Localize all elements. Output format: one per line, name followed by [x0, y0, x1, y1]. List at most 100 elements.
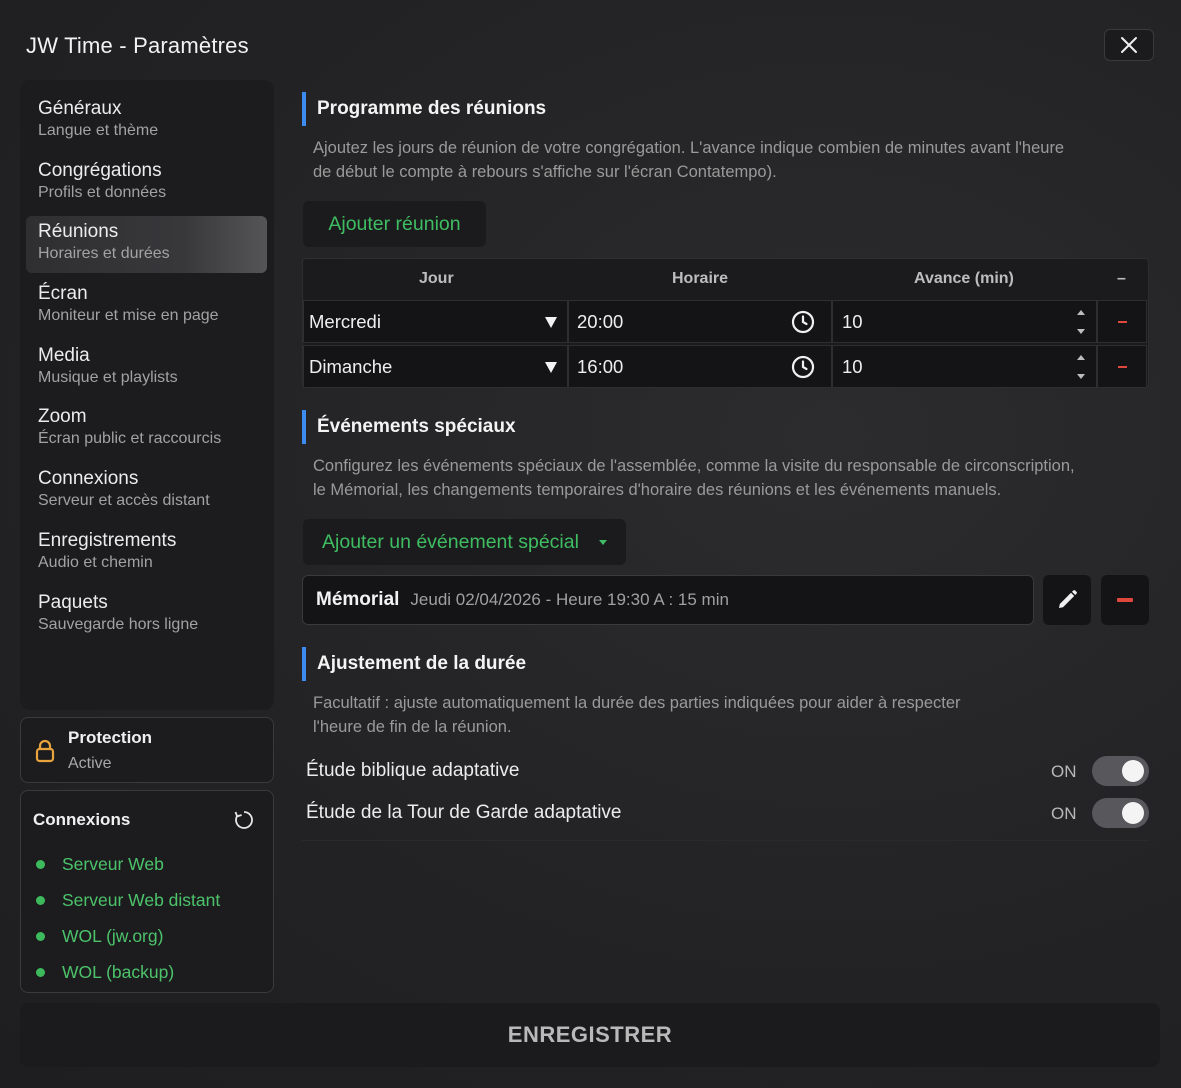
- status-dot-icon: [36, 859, 45, 869]
- sidebar-item-sub: Profils et données: [38, 183, 167, 201]
- sidebar-item-sub: Écran public et raccourcis: [38, 430, 222, 448]
- sidebar-item-label: Écran: [38, 283, 88, 305]
- column-header-advance: Avance (min): [914, 270, 1014, 287]
- sidebar-item-sub: Moniteur et mise en page: [38, 307, 219, 325]
- sidebar-item-paquets[interactable]: Paquets Sauvegarde hors ligne: [26, 587, 267, 644]
- delete-event-button[interactable]: [1101, 575, 1149, 625]
- refresh-icon[interactable]: [233, 809, 255, 831]
- sidebar-item-sub: Horaires et durées: [38, 245, 170, 263]
- clock-icon[interactable]: [791, 310, 815, 334]
- sidebar-item-congregations[interactable]: Congrégations Profils et données: [26, 155, 267, 212]
- day-value: Mercredi: [309, 310, 381, 332]
- duration-description-line2: l'heure de fin de la réunion.: [313, 718, 512, 736]
- day-select[interactable]: Mercredi: [303, 300, 568, 343]
- toggle-state: ON: [1051, 762, 1077, 781]
- sidebar-item-media[interactable]: Media Musique et playlists: [26, 340, 267, 397]
- special-events-description-line1: Configurez les événements spéciaux de l'…: [313, 457, 1075, 475]
- lock-icon: [35, 739, 55, 763]
- event-name: Mémorial: [316, 589, 400, 610]
- advance-input[interactable]: 10: [832, 345, 1097, 388]
- add-special-event-button[interactable]: Ajouter un événement spécial: [303, 519, 626, 565]
- sidebar-item-label: Connexions: [38, 468, 139, 490]
- connections-title: Connexions: [33, 810, 131, 829]
- toggle-row-bible-study: Étude biblique adaptative ON: [302, 752, 1149, 792]
- divider: [302, 840, 1149, 841]
- sidebar-nav: Généraux Langue et thème Congrégations P…: [20, 80, 274, 710]
- window-title: JW Time - Paramètres: [26, 33, 249, 58]
- dropdown-arrow-icon: [545, 362, 557, 373]
- column-header-action: –: [1117, 270, 1126, 287]
- advance-value: 10: [842, 310, 863, 332]
- close-icon: [1121, 37, 1137, 53]
- connection-item: Serveur Web: [33, 846, 220, 882]
- toggle-row-watchtower-study: Étude de la Tour de Garde adaptative ON: [302, 794, 1149, 834]
- time-input[interactable]: 16:00: [568, 345, 832, 388]
- status-dot-icon: [36, 967, 45, 977]
- sidebar-item-sub: Audio et chemin: [38, 553, 153, 571]
- advance-value: 10: [842, 355, 863, 377]
- protection-panel[interactable]: Protection Active: [20, 717, 274, 783]
- sidebar-item-label: Réunions: [38, 221, 119, 243]
- special-events-description-line2: le Mémorial, les changements temporaires…: [313, 481, 1002, 499]
- column-header-time: Horaire: [672, 270, 729, 287]
- clock-icon[interactable]: [791, 355, 815, 379]
- sidebar-item-sub: Serveur et accès distant: [38, 492, 210, 510]
- sidebar-item-sub: Langue et thème: [38, 122, 159, 139]
- toggle-label: Étude biblique adaptative: [306, 760, 520, 781]
- edit-event-button[interactable]: [1043, 575, 1091, 625]
- sidebar-item-label: Media: [38, 344, 90, 366]
- sidebar-item-sub: Sauvegarde hors ligne: [38, 615, 199, 633]
- time-value: 16:00: [577, 355, 624, 377]
- event-detail: Jeudi 02/04/2026 - Heure 19:30 A : 15 mi…: [410, 590, 729, 609]
- sidebar-item-reunions[interactable]: Réunions Horaires et durées: [26, 216, 267, 274]
- status-dot-icon: [36, 895, 45, 905]
- save-button[interactable]: ENREGISTRER: [20, 1003, 1160, 1067]
- meetings-description-line1: Ajoutez les jours de réunion de votre co…: [313, 139, 1065, 157]
- sidebar-item-generaux[interactable]: Généraux Langue et thème: [26, 93, 267, 150]
- protection-status: Active: [68, 755, 112, 772]
- remove-meeting-button[interactable]: [1097, 345, 1147, 388]
- connection-label: WOL (backup): [62, 961, 175, 982]
- sidebar-item-enregistrements[interactable]: Enregistrements Audio et chemin: [26, 525, 267, 582]
- chevron-down-icon: [598, 539, 607, 545]
- minus-icon: [1117, 365, 1127, 368]
- minus-icon: [1117, 598, 1133, 602]
- table-row: Dimanche 16:00 10: [303, 345, 1148, 388]
- remove-meeting-button[interactable]: [1097, 300, 1147, 343]
- sidebar-item-connexions[interactable]: Connexions Serveur et accès distant: [26, 463, 267, 520]
- advance-input[interactable]: 10: [832, 300, 1097, 343]
- watchtower-study-toggle[interactable]: [1092, 798, 1149, 828]
- day-select[interactable]: Dimanche: [303, 345, 568, 388]
- add-meeting-button[interactable]: Ajouter réunion: [303, 201, 486, 247]
- connection-item: Serveur Web distant: [33, 882, 220, 918]
- sidebar-item-label: Paquets: [38, 591, 108, 613]
- section-title-duration: Ajustement de la durée: [302, 647, 526, 681]
- day-value: Dimanche: [309, 355, 393, 377]
- column-header-day: Jour: [419, 270, 454, 287]
- connection-label: Serveur Web distant: [62, 889, 221, 910]
- dropdown-arrow-icon: [545, 317, 557, 328]
- time-input[interactable]: 20:00: [568, 300, 832, 343]
- duration-description-line1: Facultatif : ajuste automatiquement la d…: [313, 694, 961, 712]
- connection-item: WOL (jw.org): [33, 918, 220, 954]
- meetings-table: Jour Horaire Avance (min) – Mercredi 20:…: [302, 258, 1149, 388]
- add-special-event-label: Ajouter un événement spécial: [322, 530, 579, 553]
- table-row: Mercredi 20:00 10: [303, 300, 1148, 343]
- sidebar-item-sub: Musique et playlists: [38, 368, 178, 386]
- pencil-icon: [1059, 590, 1077, 608]
- sidebar-item-label: Généraux: [38, 98, 122, 119]
- protection-title: Protection: [68, 728, 153, 747]
- connection-label: Serveur Web: [62, 853, 164, 874]
- spinner-arrows-icon[interactable]: [1076, 350, 1086, 384]
- minus-icon: [1117, 320, 1127, 323]
- bible-study-toggle[interactable]: [1092, 756, 1149, 786]
- sidebar-item-ecran[interactable]: Écran Moniteur et mise en page: [26, 278, 267, 335]
- sidebar-item-zoom[interactable]: Zoom Écran public et raccourcis: [26, 401, 267, 458]
- spinner-arrows-icon[interactable]: [1076, 305, 1086, 339]
- sidebar-item-label: Congrégations: [38, 159, 162, 181]
- toggle-label: Étude de la Tour de Garde adaptative: [306, 802, 622, 823]
- toggle-knob: [1122, 802, 1144, 824]
- toggle-state: ON: [1051, 804, 1077, 823]
- close-button[interactable]: [1104, 29, 1154, 61]
- section-title-special-events: Événements spéciaux: [302, 410, 516, 444]
